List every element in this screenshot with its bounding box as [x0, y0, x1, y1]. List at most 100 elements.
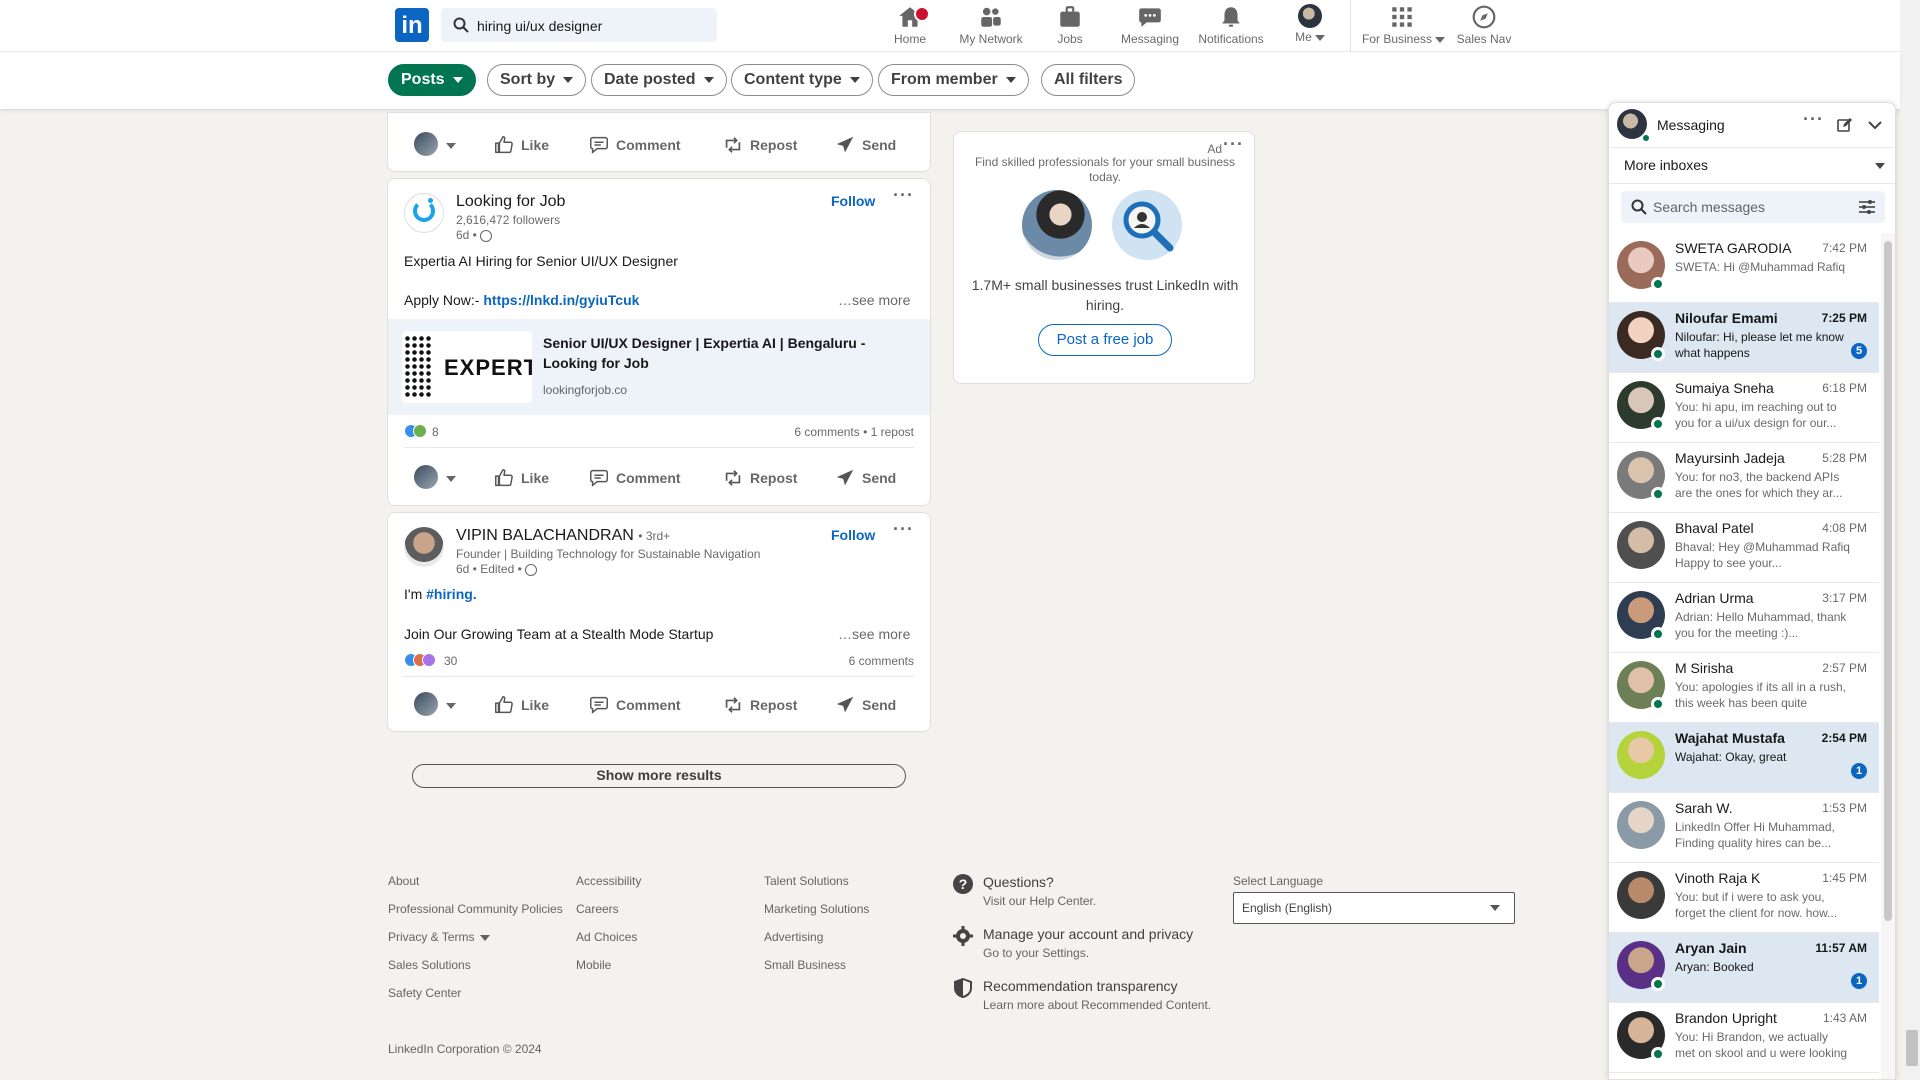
- show-more-results-button[interactable]: Show more results: [412, 764, 906, 788]
- footer-link[interactable]: Accessibility: [576, 874, 641, 888]
- page-scroll-thumb[interactable]: [1906, 1030, 1918, 1066]
- link-preview[interactable]: EXPERTI Senior UI/UX Designer | Expertia…: [388, 319, 930, 415]
- conversation-item[interactable]: M Sirisha 2:57 PM You: apologies if its al…: [1609, 653, 1879, 723]
- nav-jobs[interactable]: Jobs: [1055, 4, 1085, 50]
- post-stats[interactable]: 6 comments • 1 repost: [794, 425, 914, 439]
- panel-scroll-thumb[interactable]: [1884, 241, 1892, 921]
- author-name[interactable]: VIPIN BALACHANDRAN • 3rd+: [456, 527, 670, 545]
- post-stats[interactable]: 6 comments: [849, 654, 914, 668]
- footer-link[interactable]: About: [388, 874, 419, 888]
- conversation-item[interactable]: Sarah W. 1:53 PM LinkedIn Offer Hi Muhamma…: [1609, 793, 1879, 863]
- conversation-item[interactable]: Vinoth Raja K 1:45 PM You: but if i were t…: [1609, 863, 1879, 933]
- more-options-icon[interactable]: ···: [1223, 134, 1244, 155]
- repost-button[interactable]: Repost: [722, 465, 812, 491]
- repost-button[interactable]: Repost: [722, 132, 812, 158]
- more-options-icon[interactable]: ···: [893, 185, 914, 206]
- recommendation-transparency-link[interactable]: Recommendation transparency: [983, 978, 1178, 994]
- search-bar[interactable]: hiring ui/ux designer: [441, 8, 717, 42]
- manage-account-link[interactable]: Manage your account and privacy: [983, 926, 1193, 942]
- search-input[interactable]: hiring ui/ux designer: [477, 18, 602, 34]
- nav-home[interactable]: Home: [890, 4, 930, 50]
- more-options-icon[interactable]: ···: [893, 519, 914, 540]
- author-name[interactable]: Looking for Job: [456, 193, 565, 211]
- date-posted-button[interactable]: Date posted: [591, 64, 727, 96]
- reaction-icons[interactable]: [404, 653, 444, 669]
- message-search[interactable]: Search messages: [1621, 191, 1885, 223]
- conversation-item[interactable]: Mayursinh Jadeja 5:28 PM You: for no3, the…: [1609, 443, 1879, 513]
- like-button[interactable]: Like: [493, 132, 553, 158]
- language-select[interactable]: English (English): [1233, 892, 1515, 924]
- content-type-button[interactable]: Content type: [731, 64, 873, 96]
- footer-link[interactable]: Professional Community Policies: [388, 902, 563, 916]
- like-button[interactable]: Like: [493, 692, 553, 718]
- post-link[interactable]: https://lnkd.in/gyiuTcuk: [483, 292, 639, 308]
- footer-link[interactable]: Careers: [576, 902, 619, 916]
- conversation-item[interactable]: SWETA GARODIA 7:42 PM SWETA: Hi @Muhammad …: [1609, 233, 1879, 303]
- footer-link[interactable]: Mobile: [576, 958, 611, 972]
- footer-link[interactable]: Advertising: [764, 930, 823, 944]
- author-avatar[interactable]: [404, 527, 444, 567]
- reaction-count[interactable]: 30: [444, 654, 457, 668]
- conversation-item[interactable]: Adrian Urma 3:17 PM Adrian: Hello Muhammad…: [1609, 583, 1879, 653]
- chevron-down-icon[interactable]: [446, 476, 456, 482]
- footer-link[interactable]: Sales Solutions: [388, 958, 471, 972]
- avatar[interactable]: [1617, 731, 1665, 779]
- like-button[interactable]: Like: [493, 465, 553, 491]
- footer-link[interactable]: Safety Center: [388, 986, 461, 1000]
- chevron-down-icon[interactable]: [1875, 163, 1885, 169]
- company-logo[interactable]: [404, 193, 444, 233]
- chevron-down-icon[interactable]: [446, 703, 456, 709]
- conversation-item[interactable]: Niloufar Emami 7:25 PM Niloufar: Hi, pleas…: [1609, 303, 1879, 373]
- actor-avatar[interactable]: [414, 692, 438, 716]
- footer-link[interactable]: Privacy & Terms: [388, 930, 491, 944]
- nav-for-business[interactable]: For Business: [1362, 4, 1446, 50]
- post-free-job-button[interactable]: Post a free job: [1038, 324, 1172, 356]
- hashtag-link[interactable]: #hiring.: [426, 586, 477, 602]
- all-filters-button[interactable]: All filters: [1041, 64, 1136, 96]
- chevron-down-icon[interactable]: [1867, 119, 1883, 131]
- nav-messaging[interactable]: Messaging: [1118, 4, 1182, 50]
- nav-my-network[interactable]: My Network: [956, 4, 1026, 50]
- help-center-link[interactable]: Questions?: [983, 874, 1054, 890]
- messaging-title[interactable]: Messaging: [1657, 117, 1725, 133]
- footer-link[interactable]: Ad Choices: [576, 930, 637, 944]
- follow-button[interactable]: Follow: [831, 527, 875, 543]
- footer-link[interactable]: Small Business: [764, 958, 846, 972]
- more-inboxes[interactable]: More inboxes: [1624, 157, 1708, 173]
- reaction-count[interactable]: 8: [432, 425, 439, 439]
- panel-scrollbar[interactable]: [1881, 233, 1895, 1079]
- sort-by-button[interactable]: Sort by: [487, 64, 587, 96]
- comment-button[interactable]: Comment: [588, 465, 688, 491]
- more-options-icon[interactable]: ···: [1803, 109, 1824, 130]
- from-member-button[interactable]: From member: [878, 64, 1029, 96]
- repost-button[interactable]: Repost: [722, 692, 812, 718]
- follow-button[interactable]: Follow: [831, 193, 875, 209]
- avatar[interactable]: [1617, 871, 1665, 919]
- see-more-button[interactable]: …see more: [838, 626, 910, 642]
- actor-avatar[interactable]: [414, 465, 438, 489]
- conversation-item[interactable]: Sumaiya Sneha 6:18 PM You: hi apu, im reac…: [1609, 373, 1879, 443]
- comment-button[interactable]: Comment: [588, 692, 688, 718]
- filter-icon[interactable]: [1859, 200, 1875, 214]
- nav-me[interactable]: Me: [1290, 4, 1330, 50]
- footer-link[interactable]: Talent Solutions: [764, 874, 849, 888]
- nav-notifications[interactable]: Notifications: [1194, 4, 1268, 50]
- conversation-item[interactable]: Brandon Upright 1:43 AM You: Hi Brandon, w…: [1609, 1003, 1879, 1073]
- conversation-item[interactable]: Bhaval Patel 4:08 PM Bhaval: Hey @Muhammad…: [1609, 513, 1879, 583]
- compose-icon[interactable]: [1837, 117, 1853, 133]
- comment-button[interactable]: Comment: [588, 132, 688, 158]
- nav-sales-nav[interactable]: Sales Nav: [1455, 4, 1513, 50]
- see-more-button[interactable]: …see more: [838, 292, 910, 308]
- avatar[interactable]: [1617, 521, 1665, 569]
- chevron-down-icon[interactable]: [446, 143, 456, 149]
- footer-link[interactable]: Marketing Solutions: [764, 902, 869, 916]
- send-button[interactable]: Send: [834, 692, 904, 718]
- send-button[interactable]: Send: [834, 132, 904, 158]
- actor-avatar[interactable]: [414, 132, 438, 156]
- page-scrollbar[interactable]: [1904, 0, 1920, 1080]
- conversation-item[interactable]: Wajahat Mustafa 2:54 PM Wajahat: Okay, gre…: [1609, 723, 1879, 793]
- send-button[interactable]: Send: [834, 465, 904, 491]
- avatar[interactable]: [1617, 801, 1665, 849]
- conversation-item[interactable]: Aryan Jain 11:57 AM Aryan: Booked 1: [1609, 933, 1879, 1003]
- posts-filter-button[interactable]: Posts: [388, 64, 476, 96]
